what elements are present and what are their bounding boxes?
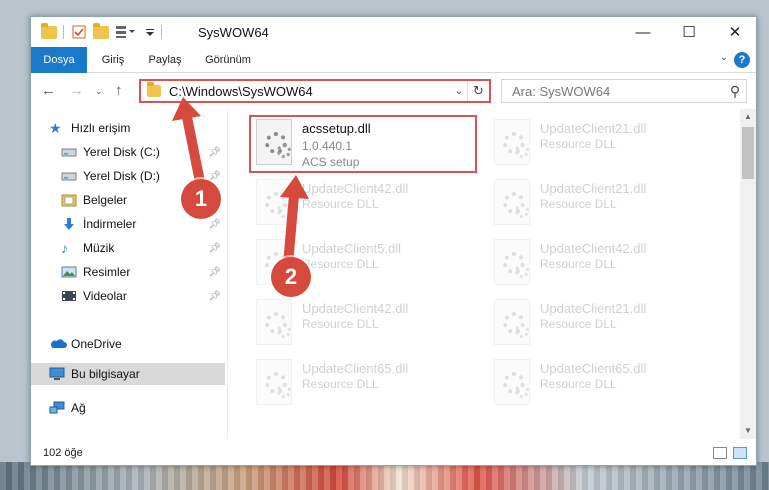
- file-explorer-window: SysWOW64 — ☐ ✕ Dosya Giriş Paylaş Görünü…: [30, 16, 757, 466]
- annotation-arrows: [172, 97, 309, 270]
- step-2-badge: 2: [271, 257, 311, 297]
- step-1-badge: 1: [181, 179, 221, 219]
- desktop-wallpaper: [0, 462, 769, 490]
